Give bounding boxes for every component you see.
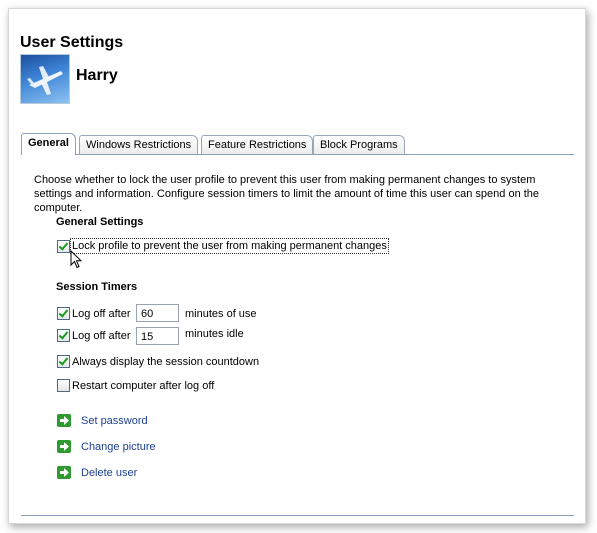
tab-feature-restrictions[interactable]: Feature Restrictions — [201, 135, 314, 154]
session-timers-heading: Session Timers — [56, 281, 138, 293]
countdown-checkbox[interactable] — [57, 355, 70, 368]
logoff-use-checkbox[interactable] — [57, 307, 70, 320]
lock-profile-label[interactable]: Lock profile to prevent the user from ma… — [70, 238, 389, 254]
user-avatar[interactable] — [20, 54, 70, 104]
mouse-cursor-icon — [70, 250, 83, 269]
tab-divider — [21, 154, 574, 155]
logoff-idle-checkbox[interactable] — [57, 329, 70, 342]
change-picture-link[interactable]: Change picture — [81, 441, 156, 453]
tab-general[interactable]: General — [21, 133, 76, 155]
logoff-idle-suffix: minutes idle — [185, 328, 244, 340]
logoff-idle-label[interactable]: Log off after — [72, 330, 131, 342]
user-name: Harry — [76, 67, 118, 84]
logoff-use-minutes-input[interactable]: 60 — [136, 304, 179, 322]
bottom-divider — [21, 515, 574, 516]
logoff-use-label[interactable]: Log off after — [72, 308, 131, 320]
countdown-label[interactable]: Always display the session countdown — [72, 356, 259, 368]
restart-checkbox[interactable] — [57, 379, 70, 392]
set-password-link[interactable]: Set password — [81, 415, 148, 427]
restart-label[interactable]: Restart computer after log off — [72, 380, 214, 392]
logoff-use-suffix: minutes of use — [185, 308, 257, 320]
tab-block-programs[interactable]: Block Programs — [313, 135, 405, 154]
general-description: Choose whether to lock the user profile … — [34, 174, 540, 214]
page-title: User Settings — [20, 34, 124, 51]
tab-windows-restrictions[interactable]: Windows Restrictions — [79, 135, 199, 154]
airplane-icon — [27, 66, 63, 95]
logoff-idle-minutes-input[interactable]: 15 — [136, 327, 179, 345]
change-picture-arrow-icon[interactable] — [57, 440, 71, 453]
set-password-arrow-icon[interactable] — [57, 414, 71, 427]
lock-profile-checkbox[interactable] — [57, 240, 70, 253]
delete-user-link[interactable]: Delete user — [81, 467, 137, 479]
general-settings-heading: General Settings — [56, 216, 144, 228]
delete-user-arrow-icon[interactable] — [57, 466, 71, 479]
user-settings-window: User Settings Harry General Windows Rest… — [8, 8, 586, 524]
